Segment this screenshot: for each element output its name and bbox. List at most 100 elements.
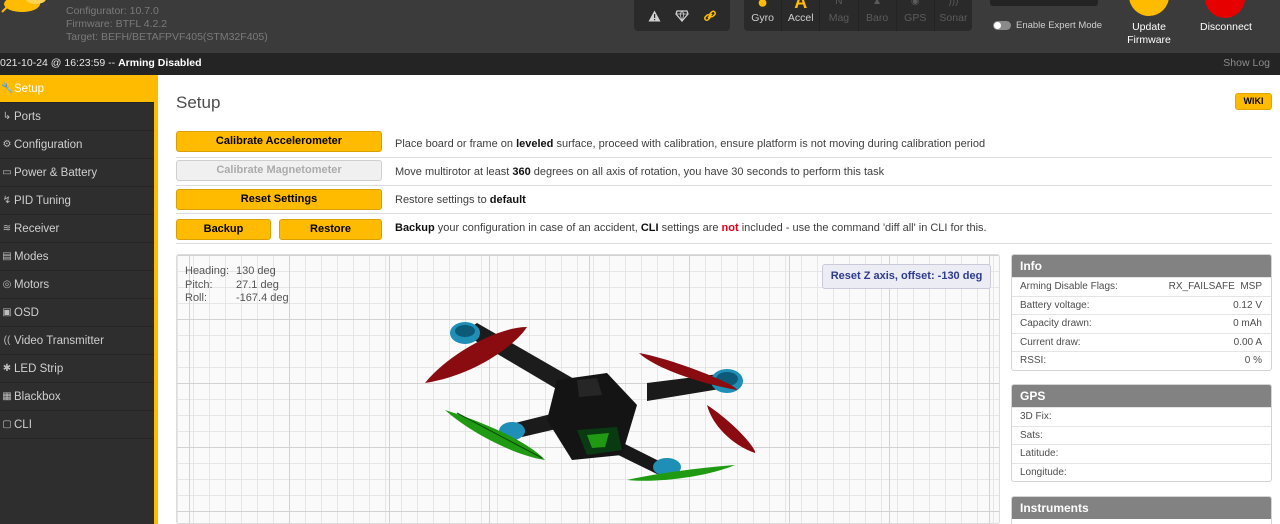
sidebar-item-label: Modes bbox=[14, 250, 49, 263]
sidebar-item-motors[interactable]: ◎ Motors bbox=[0, 271, 154, 299]
sidebar-item-label: PID Tuning bbox=[14, 194, 71, 207]
calibrate-accelerometer-description: Place board or frame on leveled surface,… bbox=[395, 138, 985, 150]
attitude-readout: Heading: 130 deg Pitch: 27.1 deg Roll: -167… bbox=[185, 265, 289, 306]
sensor-label: Mag bbox=[828, 12, 850, 24]
update-firmware-button[interactable]: Update Firmware bbox=[1120, 0, 1178, 50]
calibrate-accelerometer-button[interactable]: Calibrate Accelerometer bbox=[176, 131, 382, 152]
update-firmware-icon bbox=[1129, 0, 1169, 16]
app-info: Configurator: 10.7.0 Firmware: BTFL 4.2.… bbox=[66, 5, 268, 44]
sidebar-item-power-battery[interactable]: ▭ Power & Battery bbox=[0, 159, 154, 187]
toggle-switch[interactable] bbox=[993, 21, 1011, 30]
update-firmware-label-line1: Update bbox=[1132, 21, 1166, 33]
sidebar-item-modes[interactable]: ▤ Modes bbox=[0, 243, 154, 271]
calibrate-magnetometer-description: Move multirotor at least 360 degrees on … bbox=[395, 166, 884, 178]
sidebar-item-configuration[interactable]: ⚙ Configuration bbox=[0, 131, 154, 159]
led-icon: ✱ bbox=[2, 363, 12, 374]
sidebar-item-ports[interactable]: ↳ Ports bbox=[0, 103, 154, 131]
info-row: Capacity drawn: 0 mAh bbox=[1012, 314, 1271, 333]
sidebar-item-pid-tuning[interactable]: ↯ PID Tuning bbox=[0, 187, 154, 215]
disconnect-icon bbox=[1205, 0, 1245, 18]
info-value: 0.12 V bbox=[1233, 299, 1262, 311]
calibrate-magnetometer-button[interactable]: Calibrate Magnetometer bbox=[176, 160, 382, 181]
sidebar-item-receiver[interactable]: ≋ Receiver bbox=[0, 215, 154, 243]
port-selector[interactable] bbox=[990, 0, 1098, 6]
desc-text: degrees on all axis of rotation, you hav… bbox=[530, 166, 885, 178]
reset-settings-button[interactable]: Reset Settings bbox=[176, 189, 382, 210]
desc-bold: 360 bbox=[512, 166, 531, 178]
reset-settings-description: Restore settings to default bbox=[395, 194, 526, 206]
firmware-version: Firmware: BTFL 4.2.2 bbox=[66, 18, 168, 30]
row-divider bbox=[176, 185, 1272, 186]
motor-icon: ◎ bbox=[2, 279, 12, 290]
gps-row: 3D Fix: bbox=[1012, 407, 1271, 426]
restore-button[interactable]: Restore bbox=[279, 219, 382, 240]
instruments-panel-title: Instruments bbox=[1012, 497, 1271, 519]
configurator-version: Configurator: 10.7.0 bbox=[66, 5, 159, 17]
receiver-icon: ≋ bbox=[2, 223, 12, 234]
reset-z-axis-button[interactable]: Reset Z axis, offset: -130 deg bbox=[822, 264, 991, 289]
sidebar-item-label: Video Transmitter bbox=[14, 334, 104, 347]
model-3d-view[interactable]: Heading: 130 deg Pitch: 27.1 deg Roll: -167… bbox=[176, 254, 1000, 524]
row-divider bbox=[176, 213, 1272, 214]
sidebar-item-video-transmitter[interactable]: ((Video Transmitter bbox=[0, 327, 154, 355]
sensor-gps: ◉ GPS bbox=[897, 0, 935, 31]
betaflight-configurator-window: Configurator: 10.7.0 Firmware: BTFL 4.2.… bbox=[0, 0, 1280, 524]
gear-icon: ⚙ bbox=[2, 139, 12, 150]
show-log-link[interactable]: Show Log bbox=[1223, 57, 1270, 69]
info-label: Arming Disable Flags: bbox=[1020, 281, 1118, 293]
sensor-mag: N Mag bbox=[820, 0, 859, 31]
sidebar-item-setup[interactable]: 🔧 Setup bbox=[0, 75, 154, 103]
sidebar-item-label: Power & Battery bbox=[14, 166, 98, 179]
gps-label: Longitude: bbox=[1020, 466, 1067, 478]
heading-value: 130 deg bbox=[236, 265, 276, 277]
row-divider bbox=[176, 243, 1272, 244]
sensor-baro: ▲ Baro bbox=[859, 0, 897, 31]
backup-button[interactable]: Backup bbox=[176, 219, 271, 240]
wiki-button[interactable]: WIKI bbox=[1235, 93, 1272, 110]
expert-mode-toggle[interactable]: Enable Expert Mode bbox=[993, 20, 1102, 31]
roll-value: -167.4 deg bbox=[236, 292, 289, 304]
desc-bold: Backup bbox=[395, 222, 435, 234]
baro-icon: ▲ bbox=[872, 0, 883, 7]
gps-label: 3D Fix: bbox=[1020, 411, 1052, 423]
desc-warning: not bbox=[721, 222, 739, 234]
blackbox-icon: ▦ bbox=[2, 391, 12, 402]
update-firmware-label-line2: Firmware bbox=[1127, 34, 1171, 46]
pitch-label: Pitch: bbox=[185, 278, 213, 291]
desc-bold: CLI bbox=[640, 222, 659, 234]
battery-icon: ▭ bbox=[2, 167, 12, 178]
sidebar-item-label: LED Strip bbox=[14, 362, 64, 375]
sensor-label: Accel bbox=[787, 12, 814, 24]
sonar-icon: ))) bbox=[948, 0, 959, 7]
desc-text: Move multirotor at least bbox=[395, 166, 513, 178]
info-row: RSSI: 0 % bbox=[1012, 351, 1271, 370]
setup-tab-content: Setup WIKI Calibrate Accelerometer Place… bbox=[162, 75, 1280, 524]
sidebar-item-label: Receiver bbox=[14, 222, 60, 235]
sidebar-item-label: Ports bbox=[14, 110, 41, 123]
warning-icon bbox=[644, 6, 664, 26]
sensor-label: GPS bbox=[904, 12, 927, 24]
sidebar-item-blackbox[interactable]: ▦ Blackbox bbox=[0, 383, 154, 411]
sensor-gyro: ● Gyro bbox=[744, 0, 783, 31]
info-label: RSSI: bbox=[1020, 355, 1047, 367]
pid-icon: ↯ bbox=[2, 195, 12, 206]
disconnect-button[interactable]: Disconnect bbox=[1196, 0, 1256, 50]
sidebar-item-cli[interactable]: ▢ CLI bbox=[0, 411, 154, 439]
info-value: 0 % bbox=[1244, 355, 1262, 367]
info-row: Battery voltage: 0.12 V bbox=[1012, 295, 1271, 315]
backup-restore-description: Backup your configuration in case of an … bbox=[395, 222, 987, 234]
sidebar-item-label: OSD bbox=[14, 306, 39, 319]
log-status-bar: 021-10-24 @ 16:23:59 -- Arming Disabled … bbox=[0, 53, 1280, 75]
roll-label: Roll: bbox=[185, 292, 208, 304]
vtx-icon: (( bbox=[3, 335, 11, 346]
log-entry: 021-10-24 @ 16:23:59 -- Arming Disabled bbox=[0, 57, 202, 69]
sensor-sonar: ))) Sonar bbox=[935, 0, 972, 31]
gps-label: Latitude: bbox=[1020, 448, 1059, 460]
info-row: Current draw: 0.00 A bbox=[1012, 332, 1271, 352]
sidebar-item-led-strip[interactable]: ✱ LED Strip bbox=[0, 355, 154, 383]
gps-panel-title: GPS bbox=[1012, 385, 1271, 407]
expert-mode-label: Enable Expert Mode bbox=[1016, 20, 1103, 31]
info-value: 0 mAh bbox=[1233, 318, 1262, 330]
quadcopter-model-icon bbox=[425, 322, 756, 481]
sidebar-item-osd[interactable]: ▣ OSD bbox=[0, 299, 154, 327]
